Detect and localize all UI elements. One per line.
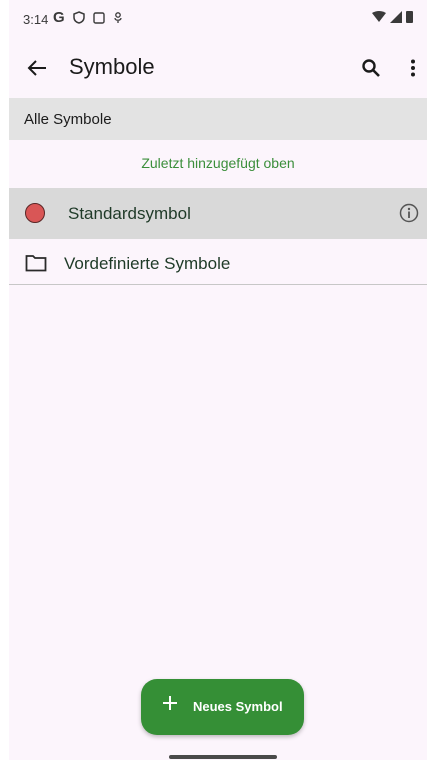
folder-icon — [25, 255, 47, 272]
filter-dropdown[interactable]: Alle Symbole — [9, 98, 427, 140]
status-right-icons — [372, 11, 413, 23]
screen-icon — [92, 11, 105, 24]
red-dot-icon — [25, 203, 45, 223]
sort-hint: Zuletzt hinzugefügt oben — [141, 155, 295, 171]
search-icon — [362, 59, 380, 77]
list-item-label: Vordefinierte Symbole — [64, 254, 231, 273]
google-icon: G — [53, 9, 65, 26]
shield-icon — [72, 11, 85, 24]
arrow-left-icon — [27, 60, 46, 76]
home-indicator[interactable] — [169, 755, 277, 759]
app-screen: 3:14 G Symbole Alle Symbole Zuletzt hinz… — [9, 0, 427, 760]
status-bar: 3:14 G — [9, 0, 427, 40]
back-button[interactable] — [19, 52, 55, 84]
list-item-label: Standardsymbol — [68, 204, 191, 223]
info-icon[interactable] — [399, 203, 419, 223]
fab-label: Neues Symbol — [193, 699, 283, 714]
list-item-standardsymbol[interactable]: Standardsymbol — [9, 188, 427, 239]
mic-icon — [114, 12, 122, 23]
signal-icon — [390, 11, 402, 23]
filter-label: Alle Symbole — [24, 111, 112, 128]
wifi-icon — [372, 11, 386, 22]
battery-icon — [406, 11, 413, 23]
search-button[interactable] — [355, 52, 387, 84]
plus-icon — [163, 696, 177, 710]
list-item-vordefinierte-symbole[interactable]: Vordefinierte Symbole — [9, 240, 427, 285]
more-options-button[interactable] — [401, 52, 425, 84]
status-left-icons: G — [53, 9, 123, 26]
status-time: 3:14 — [23, 12, 49, 27]
app-bar: Symbole — [9, 40, 427, 96]
new-symbol-button[interactable]: Neues Symbol — [141, 679, 304, 735]
more-vert-icon — [411, 59, 415, 77]
page-title: Symbole — [69, 54, 155, 79]
